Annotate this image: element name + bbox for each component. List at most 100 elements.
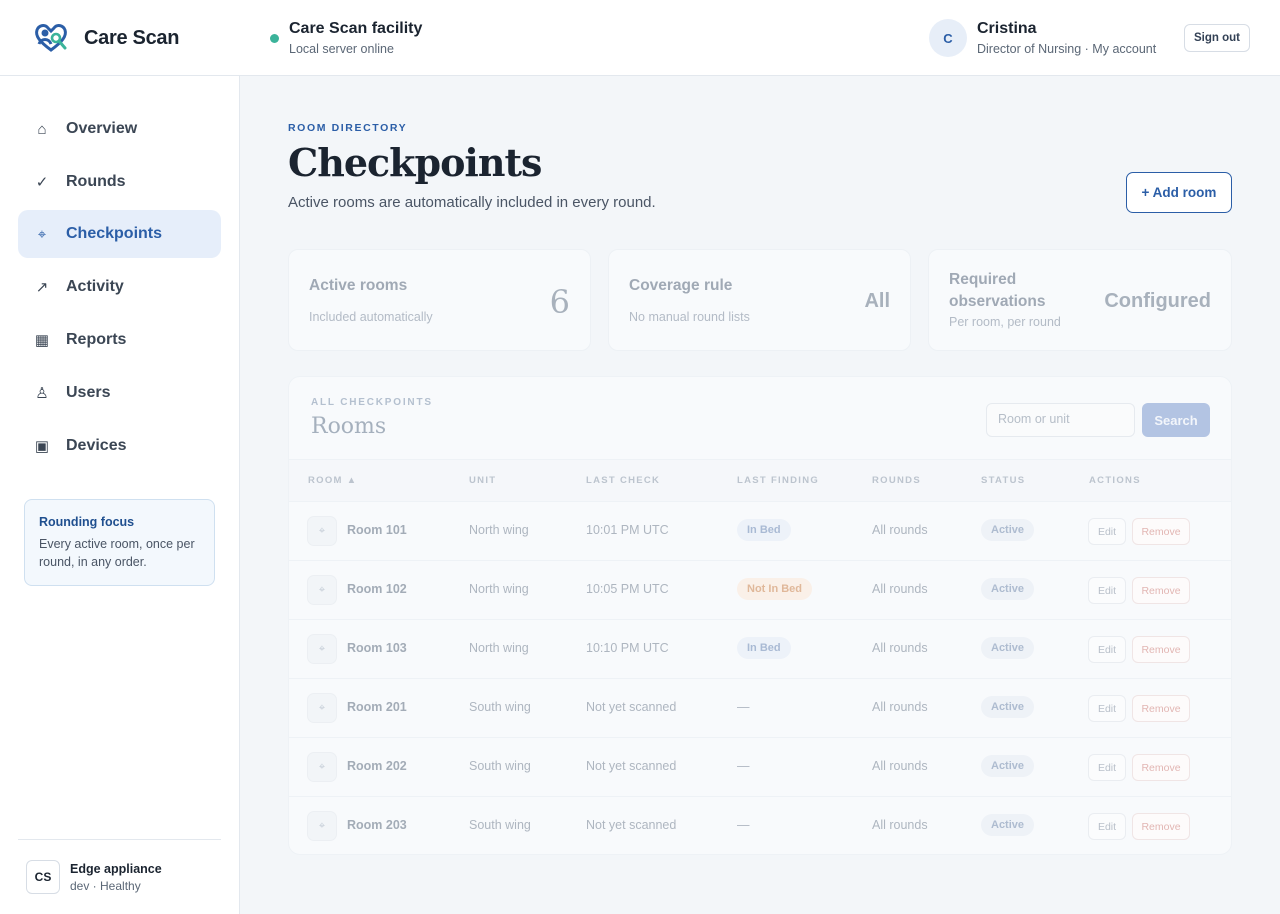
stat-sub: No manual round lists xyxy=(629,310,750,324)
search-button[interactable]: Search xyxy=(1142,403,1210,437)
column-header-rounds: ROUNDS xyxy=(872,475,921,486)
status-badge: Active xyxy=(981,696,1035,718)
room-unit: South wing xyxy=(469,759,531,773)
sign-out-button[interactable]: Sign out xyxy=(1184,24,1250,52)
sidebar-divider xyxy=(18,839,221,840)
sidebar-item-checkpoints[interactable]: ⌖ Checkpoints xyxy=(18,210,221,258)
sidebar-item-label: Activity xyxy=(66,278,124,295)
remove-room-button[interactable]: Remove xyxy=(1132,695,1190,722)
sidebar-item-overview[interactable]: ⌂ Overview xyxy=(18,105,221,153)
rounding-focus-text: Every active room, once per round, in an… xyxy=(39,537,195,569)
add-room-button[interactable]: + Add room xyxy=(1126,172,1232,213)
rounds: All rounds xyxy=(872,582,928,596)
checkpoint-icon: ⌖ xyxy=(307,516,337,546)
status-badge: Active xyxy=(981,578,1035,600)
table-row: ⌖ Room 102 North wing 10:05 PM UTC Not In Be… xyxy=(289,561,1231,620)
room-unit: North wing xyxy=(469,523,529,537)
rounds: All rounds xyxy=(872,759,928,773)
last-check: Not yet scanned xyxy=(586,700,677,714)
last-check: 10:05 PM UTC xyxy=(586,582,669,596)
edit-room-button[interactable]: Edit xyxy=(1088,636,1126,663)
remove-room-button[interactable]: Remove xyxy=(1132,518,1190,545)
stat-card-active-rooms: Active rooms Included automatically 6 xyxy=(288,249,591,351)
stat-sub: Per room, per round xyxy=(949,315,1061,329)
room-name: Room 102 xyxy=(347,582,407,596)
edit-room-button[interactable]: Edit xyxy=(1088,518,1126,545)
last-finding: — xyxy=(737,700,750,714)
room-unit: South wing xyxy=(469,818,531,832)
sidebar: ⌂ Overview ✓ Rounds ⌖ Checkpoints ↗ Acti… xyxy=(0,76,240,914)
room-unit: North wing xyxy=(469,641,529,655)
sidebar-item-devices[interactable]: ▣ Devices xyxy=(18,422,221,470)
sidebar-item-activity[interactable]: ↗ Activity xyxy=(18,263,221,311)
edge-appliance-health: dev · Healthy xyxy=(70,878,141,893)
rounding-focus-card: Rounding focus Every active room, once p… xyxy=(24,499,215,586)
stat-value: Configured xyxy=(1104,290,1211,312)
table-header: ROOM ▲ UNIT LAST CHECK LAST FINDING ROUN… xyxy=(289,459,1231,502)
stat-value: All xyxy=(864,290,890,312)
facility-name: Care Scan facility xyxy=(289,20,423,37)
crosshair-icon: ⌖ xyxy=(37,225,47,243)
sidebar-item-rounds[interactable]: ✓ Rounds xyxy=(18,158,221,206)
last-finding: — xyxy=(737,818,750,832)
finding-badge: In Bed xyxy=(737,637,791,659)
remove-room-button[interactable]: Remove xyxy=(1132,754,1190,781)
sidebar-item-label: Users xyxy=(66,384,111,401)
top-bar: Care Scan Care Scan facility Local serve… xyxy=(0,0,1280,76)
last-check: 10:10 PM UTC xyxy=(586,641,669,655)
stat-sub: Included automatically xyxy=(309,310,433,324)
edit-room-button[interactable]: Edit xyxy=(1088,577,1126,604)
column-header-last-check: LAST CHECK xyxy=(586,475,661,486)
status-badge: Active xyxy=(981,519,1035,541)
table-row: ⌖ Room 202 South wing Not yet scanned — All r… xyxy=(289,738,1231,797)
home-icon: ⌂ xyxy=(37,120,47,138)
user-account[interactable]: C Cristina Director of Nursing · My acco… xyxy=(929,19,1156,57)
online-status-dot xyxy=(270,34,279,43)
remove-room-button[interactable]: Remove xyxy=(1132,577,1190,604)
rounding-focus-title: Rounding focus xyxy=(39,515,135,529)
column-header-actions: ACTIONS xyxy=(1089,475,1141,486)
brand[interactable]: Care Scan xyxy=(32,22,179,54)
column-header-unit: UNIT xyxy=(469,475,497,486)
room-unit: North wing xyxy=(469,582,529,596)
table-row: ⌖ Room 101 North wing 10:01 PM UTC In Bed All… xyxy=(289,502,1231,561)
page-eyebrow: ROOM DIRECTORY xyxy=(288,122,408,134)
page-subtitle: Active rooms are automatically included … xyxy=(288,194,656,211)
stat-label: Coverage rule xyxy=(629,277,733,294)
server-status-text: Local server online xyxy=(289,42,394,56)
arrow-up-right-icon: ↗ xyxy=(35,279,49,296)
checkpoint-icon: ⌖ xyxy=(307,693,337,723)
finding-badge: Not In Bed xyxy=(737,578,812,600)
sidebar-item-reports[interactable]: ▦ Reports xyxy=(18,316,221,364)
remove-room-button[interactable]: Remove xyxy=(1132,813,1190,840)
room-name: Room 201 xyxy=(347,700,407,714)
sidebar-item-users[interactable]: ♙ Users xyxy=(18,369,221,417)
device-icon: ▣ xyxy=(34,438,50,455)
last-check: Not yet scanned xyxy=(586,818,677,832)
last-finding: — xyxy=(737,759,750,773)
edit-room-button[interactable]: Edit xyxy=(1088,813,1126,840)
sidebar-item-label: Devices xyxy=(66,437,127,454)
room-search-input[interactable]: Room or unit xyxy=(986,403,1135,437)
brand-name: Care Scan xyxy=(84,26,180,49)
room-name: Room 101 xyxy=(347,523,407,537)
column-header-status: STATUS xyxy=(981,475,1026,486)
rounds: All rounds xyxy=(872,523,928,537)
stat-card-coverage-rule: Coverage rule No manual round lists All xyxy=(608,249,911,351)
edit-room-button[interactable]: Edit xyxy=(1088,754,1126,781)
user-role[interactable]: Director of Nursing · My account xyxy=(977,42,1156,56)
sidebar-item-label: Reports xyxy=(66,331,127,348)
last-check: Not yet scanned xyxy=(586,759,677,773)
sidebar-item-label: Rounds xyxy=(66,173,126,190)
edge-appliance-badge: CS xyxy=(26,860,60,894)
remove-room-button[interactable]: Remove xyxy=(1132,636,1190,663)
column-header-room[interactable]: ROOM ▲ xyxy=(308,475,357,486)
column-header-last-finding: LAST FINDING xyxy=(737,475,820,486)
person-icon: ♙ xyxy=(35,385,49,402)
facility-status: Care Scan facility Local server online xyxy=(270,20,422,56)
room-name: Room 203 xyxy=(347,818,407,832)
table-row: ⌖ Room 201 South wing Not yet scanned — All r… xyxy=(289,679,1231,738)
edit-room-button[interactable]: Edit xyxy=(1088,695,1126,722)
table-eyebrow: ALL CHECKPOINTS xyxy=(311,397,433,408)
edge-appliance-status: CS Edge appliance dev · Healthy xyxy=(26,860,162,894)
